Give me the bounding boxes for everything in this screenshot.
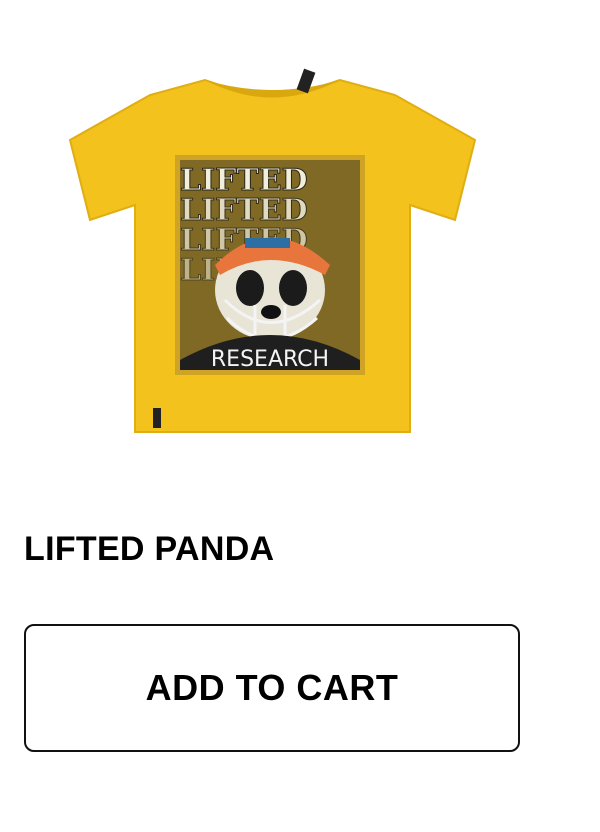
product-image[interactable]: LIFTED LIFTED LIFTED LIFTED RESEARCH — [55, 60, 490, 440]
svg-text:RESEARCH: RESEARCH — [211, 347, 329, 372]
product-title: LIFTED PANDA — [24, 530, 275, 568]
add-to-cart-button[interactable]: ADD TO CART — [24, 624, 520, 752]
add-to-cart-label: ADD TO CART — [145, 667, 399, 708]
